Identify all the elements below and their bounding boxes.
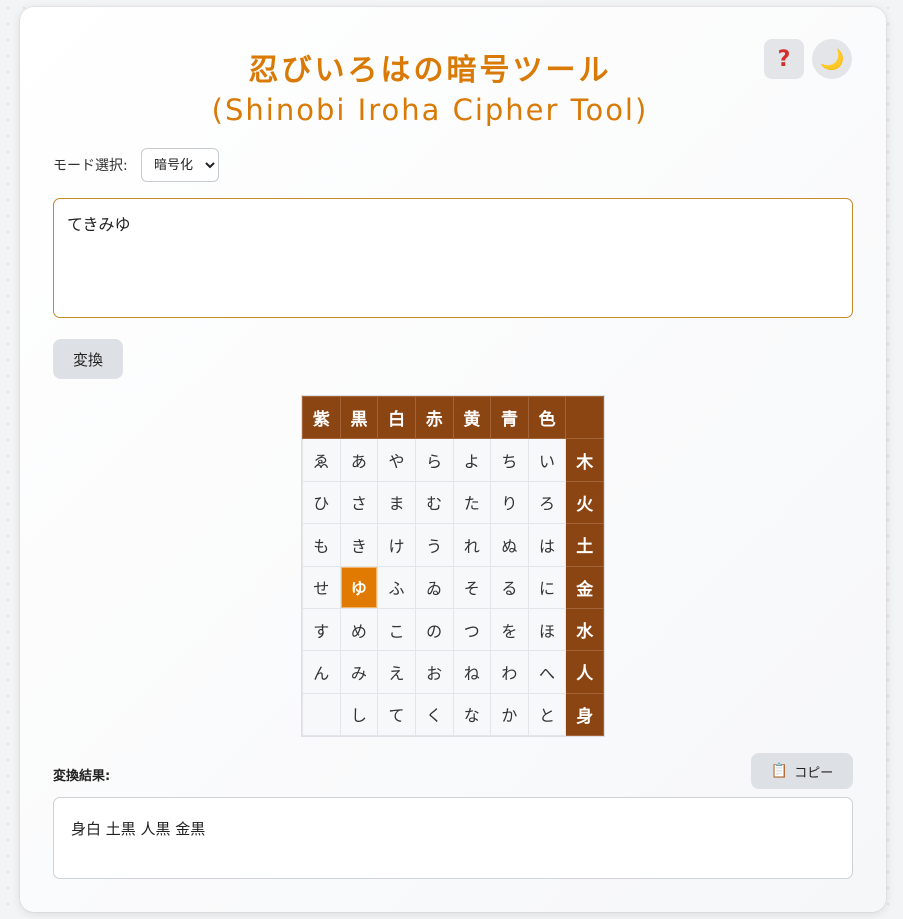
row-header: 水 <box>565 607 604 652</box>
page-subtitle: (Shinobi Iroha Cipher Tool) <box>211 93 649 127</box>
row-header: 人 <box>565 650 604 694</box>
kana-cell[interactable]: ぬ <box>490 523 529 567</box>
column-header: 黄 <box>452 395 492 440</box>
input-textarea[interactable]: てきみゆ <box>53 198 853 318</box>
table-header-row: 紫黒白赤黄青色 <box>302 395 604 440</box>
result-label: 変換結果: <box>53 769 111 784</box>
kana-cell[interactable]: め <box>339 607 379 652</box>
kana-cell[interactable]: い <box>527 438 567 482</box>
crescent-moon-icon: 🌙 <box>819 47 845 71</box>
result-output: 身白 土黒 人黒 金黒 <box>53 797 853 879</box>
kana-cell[interactable]: ろ <box>527 480 567 525</box>
mode-label: モード選択: <box>53 158 128 174</box>
kana-cell[interactable]: ふ <box>377 565 416 609</box>
kana-cell[interactable]: せ <box>302 565 341 609</box>
kana-cell[interactable]: へ <box>527 650 567 694</box>
row-header: 木 <box>565 438 604 482</box>
kana-cell[interactable]: ひ <box>302 480 341 525</box>
table-row: してくなかと身 <box>302 692 604 737</box>
kana-cell[interactable]: れ <box>452 523 492 567</box>
kana-cell[interactable]: け <box>377 523 416 567</box>
kana-cell[interactable]: き <box>339 523 379 567</box>
row-header: 身 <box>565 692 604 737</box>
table-row: ゑあやらよちい木 <box>302 438 604 482</box>
kana-cell[interactable]: と <box>527 692 567 737</box>
kana-cell[interactable]: あ <box>339 438 379 482</box>
cipher-table: 紫黒白赤黄青色ゑあやらよちい木ひさまむたりろ火もきけうれぬは土せゆふゐそるに金す… <box>302 395 604 737</box>
convert-button[interactable]: 変換 <box>53 339 123 379</box>
table-row: すめこのつをほ水 <box>302 607 604 652</box>
kana-cell[interactable]: か <box>490 692 529 737</box>
kana-cell[interactable]: る <box>490 565 529 609</box>
kana-cell[interactable]: ら <box>414 438 454 482</box>
column-header: 紫 <box>302 395 341 440</box>
table-row: もきけうれぬは土 <box>302 523 604 567</box>
kana-cell[interactable]: え <box>377 650 416 694</box>
kana-cell[interactable]: そ <box>452 565 492 609</box>
table-row: せゆふゐそるに金 <box>302 565 604 609</box>
kana-cell[interactable]: や <box>377 438 416 482</box>
kana-cell[interactable]: お <box>414 650 454 694</box>
column-header: 白 <box>377 395 416 440</box>
row-header: 火 <box>565 480 604 525</box>
kana-cell[interactable]: を <box>490 607 529 652</box>
column-header: 色 <box>527 395 567 440</box>
kana-cell[interactable]: さ <box>339 480 379 525</box>
row-header: 土 <box>565 523 604 567</box>
kana-cell[interactable]: ん <box>302 650 341 694</box>
kana-cell[interactable]: こ <box>377 607 416 652</box>
kana-cell[interactable]: ゐ <box>414 565 454 609</box>
kana-cell[interactable]: ね <box>452 650 492 694</box>
help-button[interactable]: ? <box>764 39 804 79</box>
kana-cell[interactable]: も <box>302 523 341 567</box>
kana-cell[interactable]: て <box>377 692 416 737</box>
kana-cell[interactable]: ゑ <box>302 438 341 482</box>
kana-cell[interactable]: に <box>527 565 567 609</box>
row-header: 金 <box>565 565 604 609</box>
kana-cell[interactable]: す <box>302 607 341 652</box>
table-row: んみえおねわへ人 <box>302 650 604 694</box>
theme-toggle-button[interactable]: 🌙 <box>812 39 852 79</box>
mode-select[interactable]: 暗号化 <box>141 148 219 182</box>
kana-cell[interactable]: つ <box>452 607 492 652</box>
column-header: 青 <box>490 395 529 440</box>
kana-cell[interactable]: な <box>452 692 492 737</box>
kana-cell[interactable]: ち <box>490 438 529 482</box>
column-header: 赤 <box>414 395 454 440</box>
kana-cell[interactable]: し <box>339 692 379 737</box>
kana-cell[interactable]: り <box>490 480 529 525</box>
copy-label: コピー <box>794 765 834 781</box>
kana-cell[interactable]: の <box>414 607 454 652</box>
kana-cell[interactable]: ほ <box>527 607 567 652</box>
kana-cell[interactable]: ま <box>377 480 416 525</box>
kana-cell[interactable]: く <box>414 692 454 737</box>
clipboard-icon: 📋 <box>770 763 789 779</box>
kana-cell[interactable]: た <box>452 480 492 525</box>
corner-cell <box>565 395 604 440</box>
kana-cell[interactable]: う <box>414 523 454 567</box>
page-title: 忍びいろはの暗号ツール <box>248 53 612 88</box>
kana-cell[interactable]: わ <box>490 650 529 694</box>
table-row: ひさまむたりろ火 <box>302 480 604 525</box>
kana-cell[interactable]: み <box>339 650 379 694</box>
copy-button[interactable]: 📋 コピー <box>751 753 853 789</box>
column-header: 黒 <box>339 395 379 440</box>
cipher-tool-card: 忍びいろはの暗号ツール (Shinobi Iroha Cipher Tool) … <box>20 7 886 912</box>
question-mark-icon: ? <box>777 46 791 72</box>
kana-cell[interactable]: よ <box>452 438 492 482</box>
kana-cell[interactable]: む <box>414 480 454 525</box>
kana-cell[interactable] <box>302 692 341 737</box>
kana-cell[interactable]: ゆ <box>339 565 379 609</box>
kana-cell[interactable]: は <box>527 523 567 567</box>
